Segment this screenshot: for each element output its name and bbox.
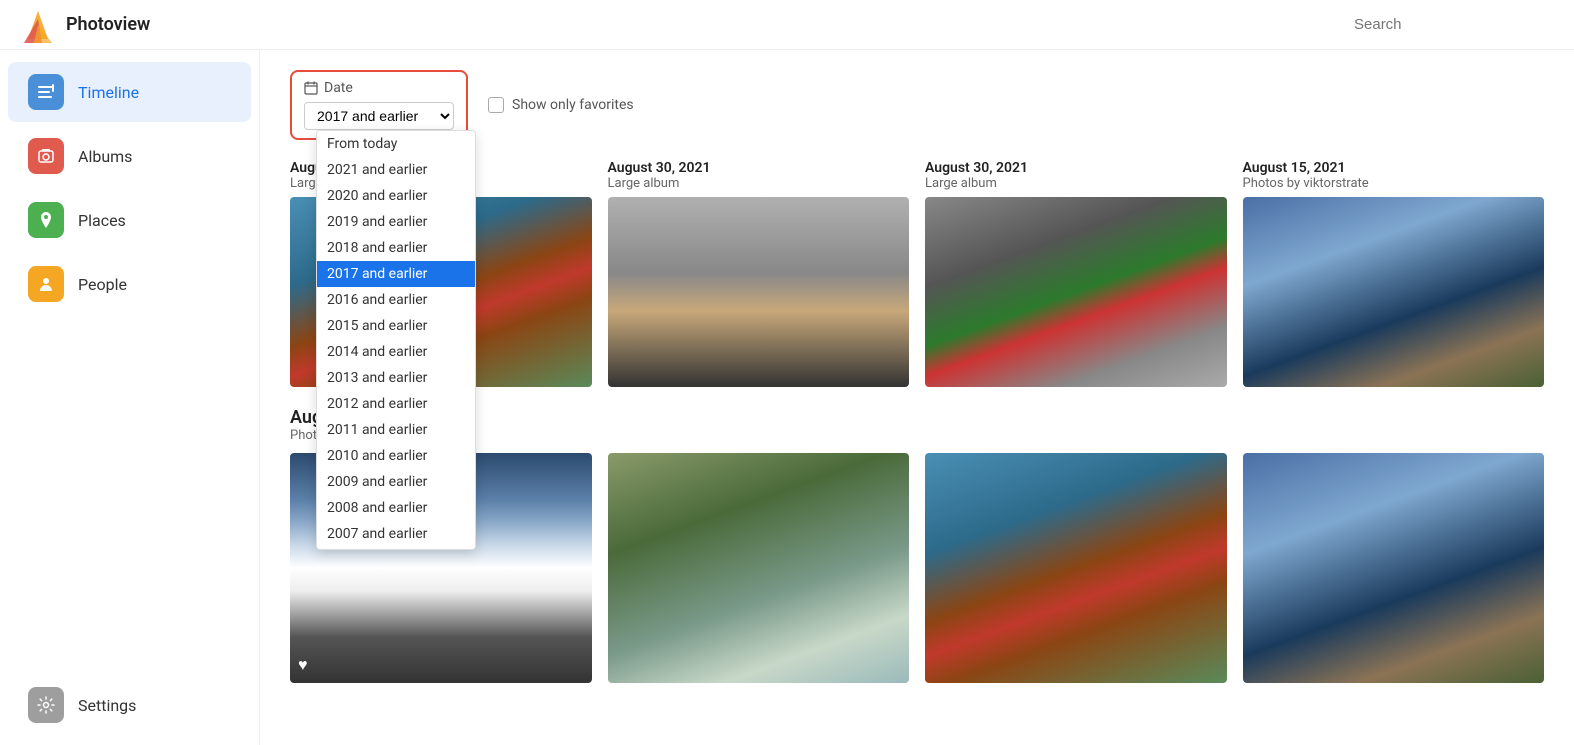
dropdown-item[interactable]: 2021 and earlier — [317, 157, 475, 183]
sidebar-item-places-label: Places — [78, 211, 126, 230]
dropdown-item[interactable]: 2011 and earlier — [317, 417, 475, 443]
dropdown-item[interactable]: 2018 and earlier — [317, 235, 475, 261]
app-title: Photoview — [66, 14, 150, 35]
dropdown-item[interactable]: 2019 and earlier — [317, 209, 475, 235]
sidebar-item-places[interactable]: Places — [8, 190, 251, 250]
sidebar-item-settings[interactable]: Settings — [8, 675, 251, 735]
favorites-label-text: Show only favorites — [512, 97, 634, 113]
photo-card-3[interactable]: August 30, 2021 Large album — [925, 160, 1227, 387]
dropdown-item[interactable]: 2009 and earlier — [317, 469, 475, 495]
date-label-text: Date — [324, 80, 353, 96]
topbar: Photoview — [0, 0, 1574, 50]
sidebar-item-albums-label: Albums — [78, 147, 132, 166]
main-content: Date From today 2021 and earlier 2020 an… — [260, 50, 1574, 745]
photo-img-4[interactable] — [1243, 197, 1545, 387]
date-filter-container: Date From today 2021 and earlier 2020 an… — [290, 70, 468, 140]
dropdown-list: From today2021 and earlier2020 and earli… — [316, 130, 476, 550]
dropdown-item[interactable]: 2015 and earlier — [317, 313, 475, 339]
photo-img-8[interactable] — [1243, 453, 1545, 683]
places-icon — [28, 202, 64, 238]
settings-icon — [28, 687, 64, 723]
favorites-checkbox[interactable] — [488, 97, 504, 113]
dropdown-item[interactable]: 2010 and earlier — [317, 443, 475, 469]
filter-bar: Date From today 2021 and earlier 2020 an… — [290, 70, 1544, 140]
dropdown-item[interactable]: 2008 and earlier — [317, 495, 475, 521]
sidebar-item-people-label: People — [78, 275, 127, 294]
date-filter-label: Date — [304, 80, 454, 96]
heart-icon: ♥ — [298, 655, 308, 675]
search-area[interactable] — [1354, 16, 1554, 33]
photo-row2-meta: August 11, 2021 Photos by viktorstrate — [290, 407, 1544, 443]
photo-card-3-meta: August 30, 2021 Large album — [925, 160, 1227, 191]
photo-card-6[interactable] — [608, 453, 910, 683]
timeline-icon — [28, 74, 64, 110]
photo-card-7[interactable] — [925, 453, 1227, 683]
photo-card-2-date: August 30, 2021 — [608, 160, 910, 176]
photo-card-2-meta: August 30, 2021 Large album — [608, 160, 910, 191]
sidebar: Timeline Albums Places People — [0, 0, 260, 745]
photo-card-2-album: Large album — [608, 176, 910, 191]
dropdown-item[interactable]: 2006 and earlier — [317, 547, 475, 550]
dropdown-item[interactable]: 2016 and earlier — [317, 287, 475, 313]
photo-row2-date: August 11, 2021 — [290, 407, 1544, 428]
select-wrapper[interactable]: From today 2021 and earlier 2020 and ear… — [304, 102, 454, 130]
photo-row2: August 11, 2021 Photos by viktorstrate ♥ — [290, 407, 1544, 683]
date-select[interactable]: From today 2021 and earlier 2020 and ear… — [304, 102, 454, 130]
albums-icon — [28, 138, 64, 174]
search-input[interactable] — [1354, 16, 1554, 33]
photo-card-4-date: August 15, 2021 — [1243, 160, 1545, 176]
app-logo — [20, 7, 56, 43]
photo-row2-grid: ♥ — [290, 453, 1544, 683]
dropdown-item[interactable]: From today — [317, 131, 475, 157]
dropdown-item[interactable]: 2020 and earlier — [317, 183, 475, 209]
photo-card-4-meta: August 15, 2021 Photos by viktorstrate — [1243, 160, 1545, 191]
dropdown-item[interactable]: 2013 and earlier — [317, 365, 475, 391]
photo-row2-album: Photos by viktorstrate — [290, 428, 1544, 443]
photo-img-7[interactable] — [925, 453, 1227, 683]
sidebar-item-albums[interactable]: Albums — [8, 126, 251, 186]
photo-img-2[interactable] — [608, 197, 910, 387]
photo-card-3-album: Large album — [925, 176, 1227, 191]
photo-grid-row1: August 30, 2021 Large album August 30, 2… — [290, 160, 1544, 387]
dropdown-item[interactable]: 2012 and earlier — [317, 391, 475, 417]
logo-area: Photoview — [20, 7, 260, 43]
dropdown-item[interactable]: 2007 and earlier — [317, 521, 475, 547]
photo-card-8[interactable] — [1243, 453, 1545, 683]
sidebar-item-settings-label: Settings — [78, 696, 136, 715]
photo-card-3-date: August 30, 2021 — [925, 160, 1227, 176]
photo-card-4[interactable]: August 15, 2021 Photos by viktorstrate — [1243, 160, 1545, 387]
photo-img-3[interactable] — [925, 197, 1227, 387]
sidebar-item-people[interactable]: People — [8, 254, 251, 314]
photo-card-4-album: Photos by viktorstrate — [1243, 176, 1545, 191]
dropdown-item[interactable]: 2014 and earlier — [317, 339, 475, 365]
photo-card-2[interactable]: August 30, 2021 Large album — [608, 160, 910, 387]
photo-img-6[interactable] — [608, 453, 910, 683]
people-icon — [28, 266, 64, 302]
calendar-icon — [304, 81, 318, 95]
sidebar-item-timeline[interactable]: Timeline — [8, 62, 251, 122]
sidebar-item-timeline-label: Timeline — [78, 83, 139, 102]
dropdown-item[interactable]: 2017 and earlier — [317, 261, 475, 287]
favorites-filter[interactable]: Show only favorites — [488, 97, 634, 113]
